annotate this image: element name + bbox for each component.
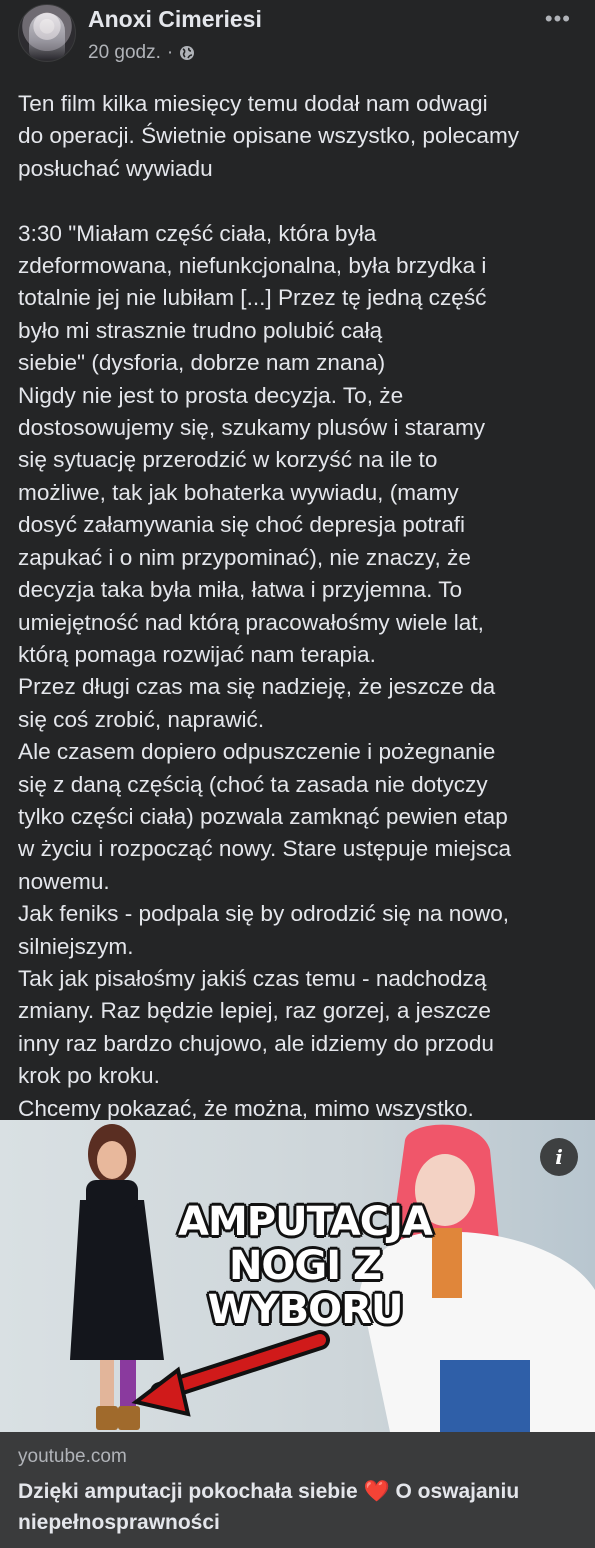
heart-icon: ❤️	[363, 1480, 390, 1503]
link-preview-card[interactable]: youtube.com Dzięki amputacji pokochała s…	[0, 1432, 595, 1548]
post-time[interactable]: 20 godz.	[88, 42, 161, 64]
post-header: Anoxi Cimeriesi 20 godz. · •••	[0, 0, 595, 80]
post-meta: 20 godz. ·	[88, 42, 195, 64]
globe-icon	[180, 46, 195, 60]
link-title[interactable]: Dzięki amputacji pokochała siebie ❤️ O o…	[18, 1476, 583, 1538]
author-name[interactable]: Anoxi Cimeriesi	[88, 6, 262, 33]
link-title-start: Dzięki amputacji pokochała siebie	[18, 1480, 364, 1503]
author-avatar[interactable]	[18, 4, 76, 62]
post-text: Ten film kilka miesięcy temu dodał nam o…	[18, 91, 520, 1121]
link-domain: youtube.com	[18, 1446, 127, 1467]
thumbnail-title: AMPUTACJA NOGI Z WYBORU	[178, 1199, 433, 1333]
arrow-graphic	[131, 1330, 330, 1417]
link-thumbnail[interactable]: AMPUTACJA NOGI Z WYBORU i	[0, 1120, 595, 1432]
meta-separator: ·	[166, 42, 174, 63]
info-icon[interactable]: i	[540, 1138, 578, 1176]
more-options-icon[interactable]: •••	[545, 8, 571, 30]
